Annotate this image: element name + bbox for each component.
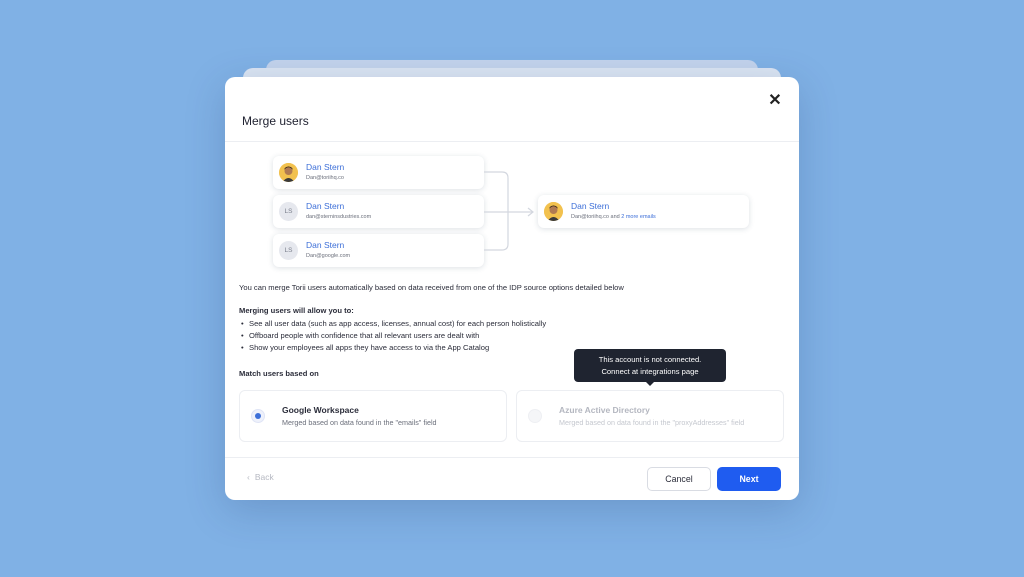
divider — [225, 457, 799, 458]
back-button[interactable]: ‹ Back — [247, 472, 274, 482]
option-google-workspace[interactable]: Google Workspace Merged based on data fo… — [239, 390, 507, 442]
benefits-list: • See all user data (such as app access, … — [239, 318, 546, 354]
radio-button — [528, 409, 542, 423]
option-title: Azure Active Directory — [559, 405, 650, 415]
option-title: Google Workspace — [282, 405, 359, 415]
match-title: Match users based on — [239, 369, 319, 378]
user-email: Dan@toriihq.co and 2 more emails — [571, 214, 656, 220]
radio-button[interactable] — [251, 409, 265, 423]
tooltip-line: Connect at integrations page — [601, 367, 699, 376]
user-email: Dan@toriihq.co — [306, 175, 344, 181]
user-name[interactable]: Dan Stern — [306, 162, 344, 172]
tooltip-line: This account is not connected. — [598, 355, 702, 364]
next-button[interactable]: Next — [717, 467, 781, 491]
option-azure-active-directory: Azure Active Directory Merged based on d… — [516, 390, 784, 442]
source-user-card: LS Dan Stern Dan@google.com — [273, 234, 484, 267]
chevron-left-icon: ‹ — [247, 472, 250, 482]
user-email: Dan@google.com — [306, 253, 351, 259]
list-item-text: Offboard people with confidence that all… — [249, 331, 480, 340]
option-description: Merged based on data found in the "proxy… — [559, 418, 745, 427]
not-connected-tooltip: This account is not connected. Connect a… — [574, 349, 726, 386]
user-name[interactable]: Dan Stern — [306, 240, 344, 250]
avatar: LS — [279, 202, 298, 221]
user-name[interactable]: Dan Stern — [306, 201, 344, 211]
merged-user-card: Dan Stern Dan@toriihq.co and 2 more emai… — [538, 195, 749, 228]
list-item-text: See all user data (such as app access, l… — [249, 319, 547, 328]
list-item: • Offboard people with confidence that al… — [241, 331, 480, 340]
user-email-text: Dan@toriihq.co — [571, 214, 609, 220]
email-suffix: and — [609, 214, 622, 220]
list-item: • See all user data (such as app access, … — [241, 319, 547, 328]
close-icon[interactable]: ✕ — [763, 91, 787, 111]
modal-title: Merge users — [242, 114, 309, 128]
merge-connector — [484, 171, 534, 251]
source-user-card: LS Dan Stern dan@sterninsdustries.com — [273, 195, 484, 228]
list-item-text: Show your employees all apps they have a… — [249, 343, 490, 352]
avatar — [544, 202, 563, 221]
more-emails-link[interactable]: 2 more emails — [621, 214, 656, 220]
divider — [225, 141, 799, 142]
info-text: You can merge Torii users automatically … — [239, 283, 624, 292]
source-user-card: Dan Stern Dan@toriihq.co — [273, 156, 484, 189]
avatar: LS — [279, 241, 298, 260]
merge-users-modal: ✕ Merge users Dan Stern Dan@toriihq.co L… — [225, 77, 799, 500]
benefits-title: Merging users will allow you to: — [239, 306, 354, 315]
option-description: Merged based on data found in the "email… — [282, 418, 437, 427]
cancel-button[interactable]: Cancel — [647, 467, 711, 491]
user-email: dan@sterninsdustries.com — [306, 214, 372, 220]
list-item: • Show your employees all apps they have … — [241, 343, 490, 352]
back-label: Back — [254, 472, 274, 482]
avatar — [279, 163, 298, 182]
user-name[interactable]: Dan Stern — [571, 201, 609, 211]
